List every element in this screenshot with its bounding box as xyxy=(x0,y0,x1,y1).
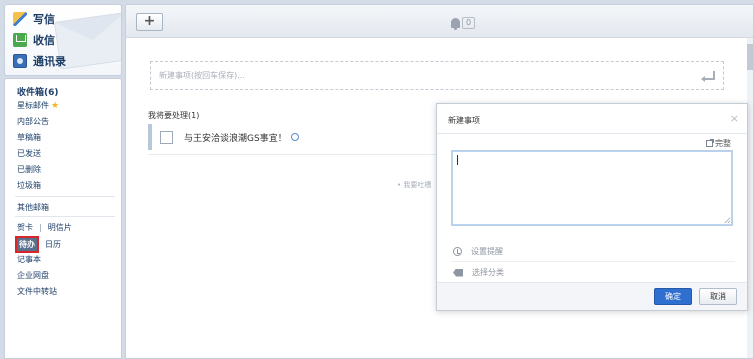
sidebar-item-transfer[interactable]: 文件中转站 xyxy=(17,286,57,297)
contacts-icon xyxy=(13,54,27,68)
cancel-button[interactable]: 取消 xyxy=(699,288,737,305)
full-edit-label: 完整 xyxy=(715,139,731,148)
inbox-icon xyxy=(13,33,27,47)
option-divider xyxy=(451,261,735,262)
select-category-label: 选择分类 xyxy=(472,268,504,277)
clock-icon xyxy=(290,133,299,141)
set-reminder-option[interactable]: 设置提醒 xyxy=(453,246,503,257)
bell-icon xyxy=(451,18,460,30)
sidebar-item-todo[interactable]: 待办 xyxy=(15,236,39,253)
write-icon xyxy=(13,12,27,26)
sidebar-item-calendar[interactable]: 日历 xyxy=(45,239,61,250)
receive-mail-button[interactable]: 收信 xyxy=(13,31,55,49)
nav-divider xyxy=(15,196,115,197)
cards-row: 贺卡 | 明信片 xyxy=(17,222,72,233)
starred-label: 星标邮件 xyxy=(17,101,49,110)
dialog-footer: 确定 取消 xyxy=(437,282,747,310)
contacts-button[interactable]: 通讯录 xyxy=(13,52,66,70)
write-mail-button[interactable]: 写信 xyxy=(13,10,55,28)
dialog-title: 新建事项 xyxy=(448,116,480,125)
receive-mail-label: 收信 xyxy=(33,34,55,47)
full-edit-link[interactable]: 完整 xyxy=(706,138,731,149)
external-link-icon xyxy=(706,139,714,147)
folder-nav: 收件箱(6) 星标邮件 ★ 内部公告 草稿箱 已发送 已删除 垃圾箱 其他邮箱 贺… xyxy=(4,78,122,359)
sidebar-item-starred[interactable]: 星标邮件 ★ xyxy=(17,100,59,111)
alarm-icon xyxy=(453,247,462,256)
list-divider xyxy=(148,154,448,155)
scrollbar-thumb[interactable] xyxy=(747,44,753,70)
sidebar-item-cards[interactable]: 贺卡 xyxy=(17,222,33,233)
tag-icon xyxy=(453,268,463,277)
sidebar-item-junk[interactable]: 垃圾箱 xyxy=(17,180,41,191)
new-task-placeholder: 新建事项(按回车保存)... xyxy=(159,71,245,80)
sidebar-item-postcards[interactable]: 明信片 xyxy=(48,222,72,233)
pipe-separator: | xyxy=(39,223,42,232)
reminder-count: 0 xyxy=(462,17,476,29)
reminder-indicator[interactable]: 0 xyxy=(451,17,476,30)
task-content-textarea[interactable] xyxy=(451,150,733,226)
sidebar-item-deleted[interactable]: 已删除 xyxy=(17,164,41,175)
sidebar-item-drafts[interactable]: 草稿箱 xyxy=(17,132,41,143)
sidebar-item-inbox[interactable]: 收件箱(6) xyxy=(17,85,59,98)
feedback-link[interactable]: • 我要吐槽 xyxy=(397,180,431,190)
confirm-button[interactable]: 确定 xyxy=(654,288,692,305)
new-task-dialog: 新建事项 × 完整 设置提醒 选择分类 确定 取消 xyxy=(436,103,748,311)
select-category-option[interactable]: 选择分类 xyxy=(453,267,504,278)
quick-actions-panel: 写信 收信 通讯录 xyxy=(4,4,122,76)
sidebar-item-netdisk[interactable]: 企业网盘 xyxy=(17,270,49,281)
task-text[interactable]: 与王安洽谈浪潮GS事宜！ xyxy=(184,131,287,144)
toolbar: + 0 xyxy=(126,5,753,38)
new-task-input[interactable]: 新建事项(按回车保存)... xyxy=(150,61,724,90)
close-icon[interactable]: × xyxy=(730,112,739,125)
sidebar-item-other-mail[interactable]: 其他邮箱 xyxy=(17,202,49,213)
list-title: 我将要处理(1) xyxy=(148,111,200,120)
enter-icon[interactable] xyxy=(701,71,715,82)
sidebar-item-sent[interactable]: 已发送 xyxy=(17,148,41,159)
todo-row: 待办 日历 xyxy=(15,236,61,253)
text-caret xyxy=(457,155,458,165)
resize-grip-icon[interactable] xyxy=(724,217,730,223)
dialog-header: 新建事项 × xyxy=(437,104,747,134)
contacts-label: 通讯录 xyxy=(33,55,66,68)
add-task-button[interactable]: + xyxy=(136,13,163,31)
task-row[interactable]: 与王安洽谈浪潮GS事宜！ xyxy=(148,124,448,150)
write-mail-label: 写信 xyxy=(33,13,55,26)
set-reminder-label: 设置提醒 xyxy=(471,247,503,256)
task-checkbox[interactable] xyxy=(160,130,173,144)
sidebar-item-notes[interactable]: 记事本 xyxy=(17,254,41,265)
star-icon: ★ xyxy=(51,101,60,111)
nav-divider xyxy=(15,216,115,217)
sidebar-item-internal[interactable]: 内部公告 xyxy=(17,116,49,127)
